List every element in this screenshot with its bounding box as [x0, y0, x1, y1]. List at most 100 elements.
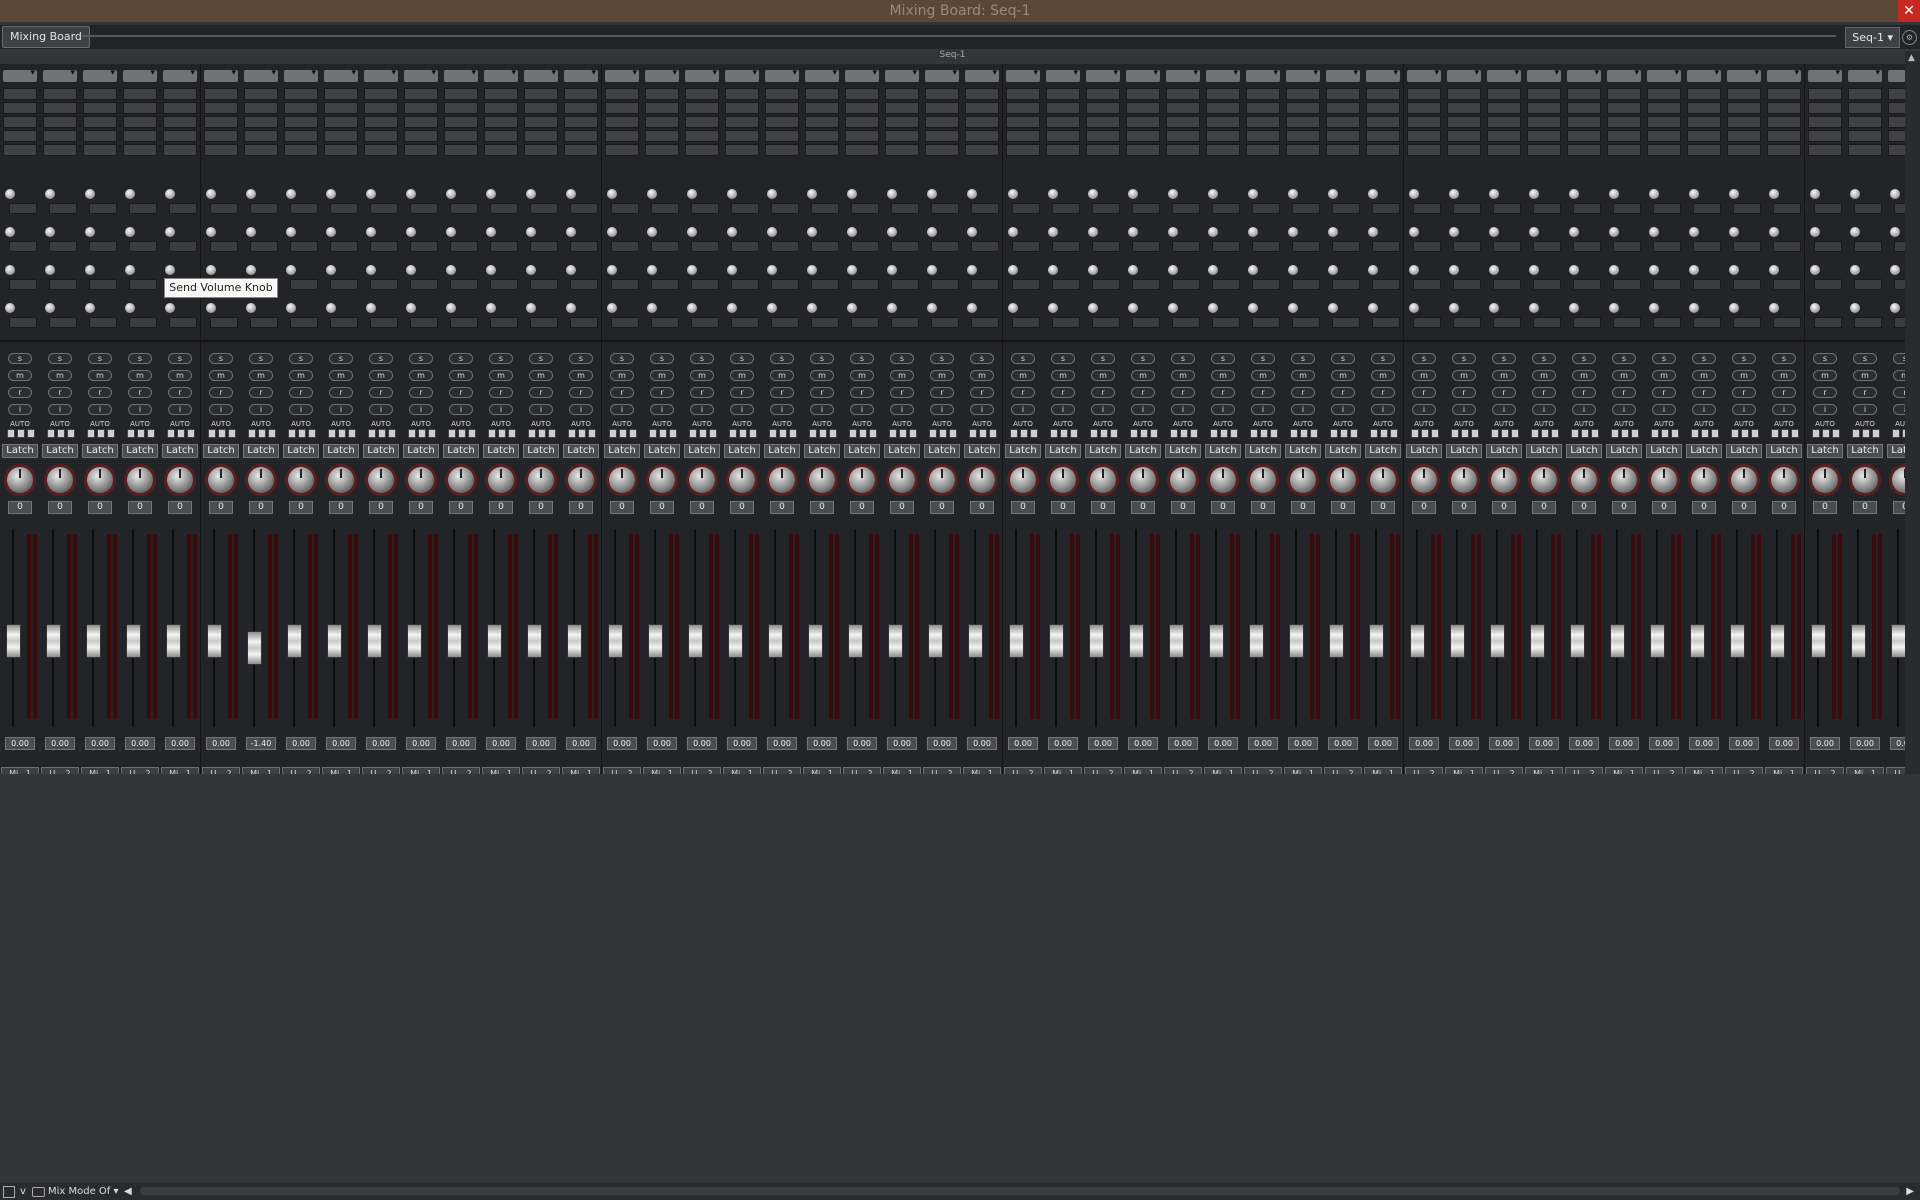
send-volume-knob[interactable] [206, 265, 216, 275]
insert-slot[interactable] [324, 88, 358, 100]
send-volume-knob[interactable] [125, 265, 135, 275]
send-volume-knob[interactable] [206, 227, 216, 237]
send-volume-knob[interactable] [1409, 265, 1419, 275]
input-dropdown[interactable] [1166, 68, 1200, 82]
send-slot[interactable] [1292, 241, 1320, 252]
input-routing-dropdown[interactable]: U... 2 [1645, 767, 1683, 774]
insert-slot[interactable] [1687, 144, 1721, 156]
insert-slot[interactable] [1487, 88, 1521, 100]
input-dropdown[interactable] [805, 68, 839, 82]
send-slot[interactable] [1092, 317, 1120, 328]
send-volume-knob[interactable] [1810, 227, 1820, 237]
send-volume-knob[interactable] [1168, 265, 1178, 275]
send-volume-knob[interactable] [246, 265, 256, 275]
send-slot[interactable] [250, 241, 278, 252]
automation-mode-dropdown[interactable]: Latch [203, 444, 239, 458]
send-slot[interactable] [1653, 203, 1681, 214]
input-dropdown[interactable] [1767, 68, 1801, 82]
send-slot[interactable] [1733, 279, 1761, 290]
send-volume-knob[interactable] [1208, 265, 1218, 275]
send-slot[interactable] [1172, 241, 1200, 252]
automation-mode-dropdown[interactable]: Latch [2, 444, 38, 458]
insert-slot[interactable] [845, 116, 879, 128]
automation-read-led[interactable] [1852, 429, 1860, 438]
pan-knob[interactable] [1691, 467, 1717, 493]
volume-value[interactable]: 0.00 [1008, 737, 1038, 750]
automation-write-led[interactable] [218, 429, 226, 438]
insert-slot[interactable] [1046, 144, 1080, 156]
send-slot[interactable] [1653, 317, 1681, 328]
insert-slot[interactable] [163, 116, 197, 128]
solo-button[interactable]: s [1452, 353, 1476, 364]
automation-write-led[interactable] [578, 429, 586, 438]
volume-fader[interactable] [808, 624, 823, 658]
input-routing-dropdown[interactable]: U... 2 [923, 767, 961, 774]
insert-slot[interactable] [1086, 144, 1120, 156]
record-arm-button[interactable]: r [1572, 387, 1596, 398]
input-dropdown[interactable] [1046, 68, 1080, 82]
send-volume-knob[interactable] [1409, 303, 1419, 313]
automation-read-led[interactable] [609, 429, 617, 438]
send-volume-knob[interactable] [85, 227, 95, 237]
insert-slot[interactable] [284, 116, 318, 128]
automation-mode-dropdown[interactable]: Latch [1165, 444, 1201, 458]
send-volume-knob[interactable] [927, 227, 937, 237]
automation-write-led[interactable] [1140, 429, 1148, 438]
automation-touch-led[interactable] [1070, 429, 1078, 438]
send-volume-knob[interactable] [366, 265, 376, 275]
record-arm-button[interactable]: r [8, 387, 32, 398]
send-slot[interactable] [1894, 203, 1905, 214]
send-volume-knob[interactable] [446, 227, 456, 237]
insert-slot[interactable] [725, 144, 759, 156]
send-slot[interactable] [370, 203, 398, 214]
solo-button[interactable]: s [1772, 353, 1796, 364]
send-slot[interactable] [9, 203, 37, 214]
automation-mode-dropdown[interactable]: Latch [1726, 444, 1762, 458]
send-slot[interactable] [1012, 279, 1040, 290]
volume-fader[interactable] [1049, 624, 1064, 658]
send-volume-knob[interactable] [1850, 303, 1860, 313]
insert-slot[interactable] [83, 116, 117, 128]
mute-button[interactable]: m [810, 370, 834, 381]
send-volume-knob[interactable] [1208, 189, 1218, 199]
send-slot[interactable] [169, 317, 197, 328]
send-volume-knob[interactable] [486, 303, 496, 313]
automation-mode-dropdown[interactable]: Latch [1285, 444, 1321, 458]
send-slot[interactable] [1413, 279, 1441, 290]
automation-write-led[interactable] [1421, 429, 1429, 438]
solo-button[interactable]: s [930, 353, 954, 364]
send-volume-knob[interactable] [1368, 189, 1378, 199]
automation-touch-led[interactable] [388, 429, 396, 438]
automation-read-led[interactable] [809, 429, 817, 438]
input-routing-dropdown[interactable]: Mi...1 [1, 767, 39, 774]
input-dropdown[interactable] [765, 68, 799, 82]
send-volume-knob[interactable] [1609, 227, 1619, 237]
insert-slot[interactable] [484, 88, 518, 100]
record-arm-button[interactable]: r [88, 387, 112, 398]
insert-slot[interactable] [1407, 130, 1441, 142]
send-volume-knob[interactable] [767, 265, 777, 275]
send-volume-knob[interactable] [607, 265, 617, 275]
automation-write-led[interactable] [819, 429, 827, 438]
insert-slot[interactable] [204, 116, 238, 128]
send-slot[interactable] [530, 241, 558, 252]
send-volume-knob[interactable] [206, 189, 216, 199]
send-slot[interactable] [1773, 317, 1801, 328]
mute-button[interactable]: m [8, 370, 32, 381]
send-slot[interactable] [1132, 241, 1160, 252]
input-monitor-button[interactable]: i [1532, 404, 1556, 415]
settings-icon[interactable]: ⚙ [1902, 30, 1917, 45]
insert-slot[interactable] [564, 144, 598, 156]
insert-slot[interactable] [1286, 116, 1320, 128]
automation-touch-led[interactable] [1310, 429, 1318, 438]
insert-slot[interactable] [364, 144, 398, 156]
automation-write-led[interactable] [538, 429, 546, 438]
insert-slot[interactable] [1286, 130, 1320, 142]
send-volume-knob[interactable] [687, 265, 697, 275]
send-slot[interactable] [370, 241, 398, 252]
send-slot[interactable] [1052, 241, 1080, 252]
send-slot[interactable] [490, 203, 518, 214]
automation-read-led[interactable] [288, 429, 296, 438]
pan-knob[interactable] [1411, 467, 1437, 493]
send-volume-knob[interactable] [847, 227, 857, 237]
